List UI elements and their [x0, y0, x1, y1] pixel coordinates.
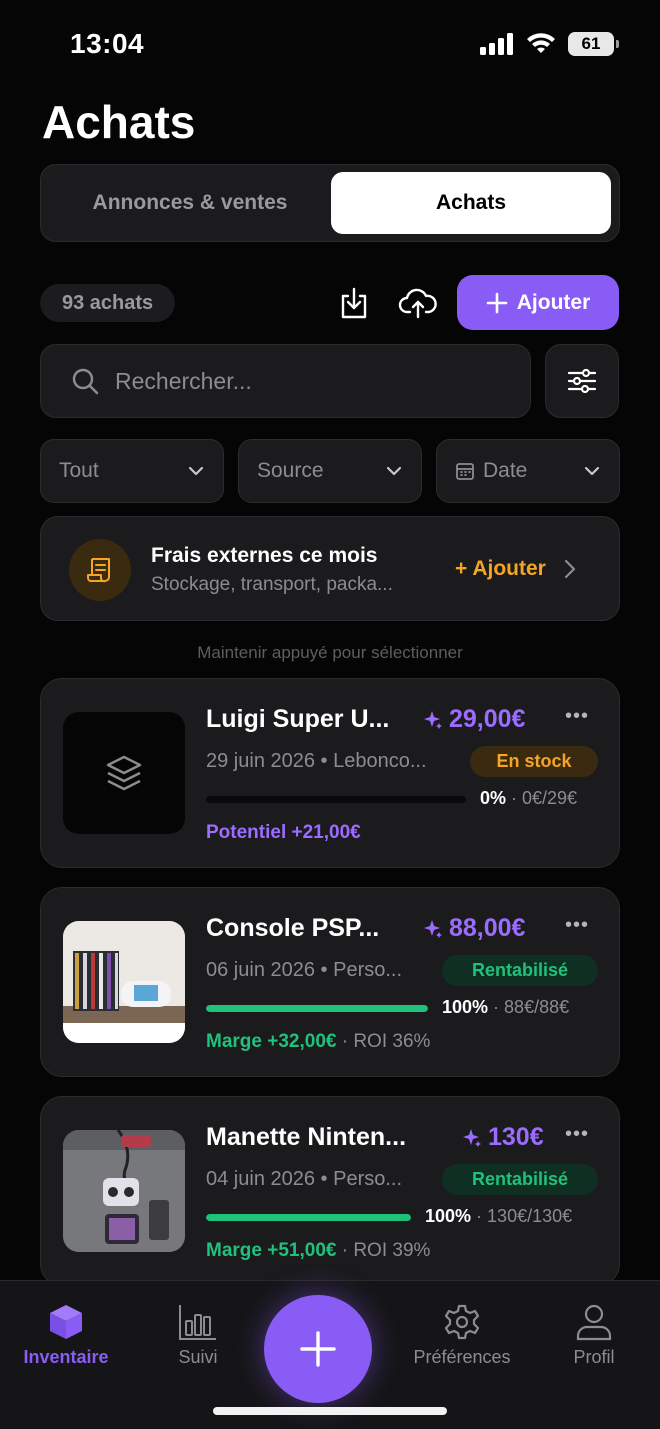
- purchase-count-badge: 93 achats: [40, 284, 176, 322]
- status-badge: En stock: [470, 746, 598, 777]
- battery-icon: 61: [568, 32, 619, 56]
- page-title: Achats: [42, 96, 196, 148]
- item-price: 29,00€: [423, 705, 525, 734]
- profit-progress-fill: [206, 1214, 411, 1221]
- item-photo: [63, 921, 185, 1043]
- signal-icon: [480, 33, 513, 55]
- fees-title: Frais externes ce mois: [151, 544, 378, 567]
- purchase-card[interactable]: Console PSP... 88,00€ ••• 06 juin 2026 •…: [40, 887, 620, 1077]
- user-icon: [576, 1304, 612, 1341]
- status-badge: Rentabilisé: [442, 955, 598, 986]
- search-icon: [72, 368, 99, 395]
- tab-listings-sales[interactable]: Annonces & ventes: [49, 172, 331, 234]
- filter-settings-button[interactable]: [545, 344, 619, 418]
- item-date-source: 06 juin 2026 • Perso...: [206, 959, 403, 981]
- status-icons: 61: [480, 32, 619, 56]
- item-title: Luigi Super U...: [206, 705, 390, 733]
- item-date-source: 04 juin 2026 • Perso...: [206, 1168, 403, 1190]
- filter-source-label: Source: [257, 459, 324, 482]
- filter-source-dropdown[interactable]: Source: [238, 439, 422, 503]
- selection-hint: Maintenir appuyé pour sélectionner: [197, 643, 463, 662]
- purchase-card[interactable]: Luigi Super U... 29,00€ ••• 29 juin 2026…: [40, 678, 620, 868]
- add-purchase-label: Ajouter: [516, 290, 591, 314]
- sparkle-icon: [463, 1128, 481, 1147]
- profit-progress-fill: [206, 1005, 428, 1012]
- item-margin: Marge +51,00€ · ROI 39%: [206, 1240, 431, 1261]
- bar-chart-icon: [179, 1305, 216, 1340]
- tab-inventory[interactable]: Inventaire: [20, 1303, 112, 1368]
- external-fees-card[interactable]: Frais externes ce mois Stockage, transpo…: [40, 516, 620, 621]
- sparkle-icon: [424, 919, 442, 938]
- tab-tracking[interactable]: Suivi: [166, 1303, 230, 1368]
- home-indicator: [213, 1407, 447, 1415]
- add-fees-link[interactable]: + Ajouter: [455, 557, 576, 581]
- add-purchase-button[interactable]: Ajouter: [457, 275, 619, 330]
- filter-date-dropdown[interactable]: Date: [436, 439, 620, 503]
- profit-progress-bar: [206, 1005, 428, 1012]
- status-bar: 13:04 61: [0, 0, 660, 90]
- sparkle-icon: [424, 710, 442, 729]
- tab-profile[interactable]: Profil: [566, 1303, 622, 1368]
- fees-subtitle: Stockage, transport, packa...: [151, 574, 393, 595]
- item-margin: Marge +32,00€ · ROI 36%: [206, 1031, 431, 1052]
- item-price: 88,00€: [423, 914, 525, 943]
- layers-icon: [106, 755, 142, 791]
- filter-all-label: Tout: [59, 459, 99, 482]
- purchase-card[interactable]: Manette Ninten... 130€ ••• 04 juin 2026 …: [40, 1096, 620, 1286]
- item-title: Console PSP...: [206, 914, 380, 942]
- upload-cloud-button[interactable]: [396, 283, 440, 323]
- plus-icon: [486, 292, 508, 313]
- filter-all-dropdown[interactable]: Tout: [40, 439, 224, 503]
- tab-preferences[interactable]: Préférences: [404, 1303, 520, 1368]
- cube-icon: [50, 1305, 82, 1339]
- receipt-icon: [69, 539, 131, 601]
- wifi-icon: [527, 33, 555, 53]
- gear-icon: [444, 1304, 480, 1340]
- cloud-upload-icon: [398, 288, 437, 319]
- segmented-control: Annonces & ventes Achats: [40, 164, 620, 242]
- placeholder-thumbnail: [63, 712, 185, 834]
- chevron-down-icon: [188, 466, 204, 476]
- more-options-button[interactable]: •••: [565, 914, 589, 937]
- sliders-icon: [567, 368, 597, 394]
- progress-text: 100% · 130€/130€: [425, 1206, 573, 1226]
- add-fab-button[interactable]: [264, 1295, 372, 1403]
- item-potential: Potentiel +21,00€: [206, 822, 361, 843]
- more-options-button[interactable]: •••: [565, 1123, 589, 1146]
- profit-progress-bar: [206, 796, 466, 803]
- search-input[interactable]: [115, 367, 495, 395]
- chevron-down-icon: [386, 466, 402, 476]
- progress-text: 100% · 88€/88€: [442, 997, 570, 1017]
- chevron-right-icon: [564, 559, 575, 579]
- chevron-down-icon: [584, 466, 600, 476]
- plus-icon: [300, 1331, 336, 1367]
- item-title: Manette Ninten...: [206, 1123, 407, 1151]
- status-badge: Rentabilisé: [442, 1164, 598, 1195]
- profit-progress-bar: [206, 1214, 411, 1221]
- item-date-source: 29 juin 2026 • Lebonco...: [206, 750, 427, 772]
- download-icon: [341, 287, 367, 319]
- item-price: 130€: [462, 1123, 544, 1152]
- more-options-button[interactable]: •••: [565, 705, 589, 728]
- calendar-icon: [456, 463, 474, 480]
- search-box: [40, 344, 531, 418]
- tab-purchases[interactable]: Achats: [331, 172, 611, 234]
- download-button[interactable]: [334, 283, 374, 323]
- item-photo: [63, 1130, 185, 1252]
- add-fees-label: + Ajouter: [455, 557, 546, 580]
- status-time: 13:04: [70, 28, 145, 59]
- progress-text: 0% · 0€/29€: [480, 788, 578, 808]
- filter-date-label: Date: [483, 459, 528, 482]
